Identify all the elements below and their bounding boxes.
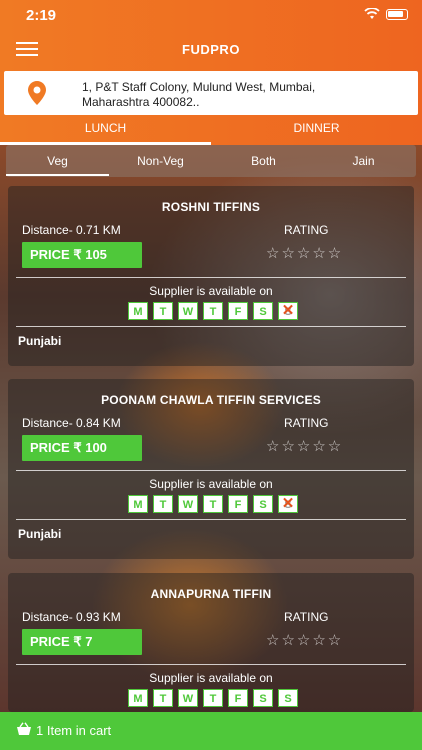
tab-jain[interactable]: Jain xyxy=(312,154,415,176)
supplier-name: ROSHNI TIFFINS xyxy=(161,200,261,214)
cart-count-text: 1 Item in cart xyxy=(36,723,112,738)
availability-days: M T W T F S S xyxy=(128,302,298,320)
day-badge: M xyxy=(128,689,148,707)
battery-icon xyxy=(386,8,408,20)
day-badge: W xyxy=(178,302,198,320)
availability-label: Supplier is available on xyxy=(149,284,273,298)
divider xyxy=(16,326,406,327)
day-badge: S xyxy=(253,689,273,707)
availability-label: Supplier is available on xyxy=(149,477,273,491)
availability-days: M T W T F S S xyxy=(128,689,298,707)
rating-stars-icon: ☆☆☆☆☆ xyxy=(266,245,344,262)
rating-label: RATING xyxy=(284,223,329,237)
day-badge: M xyxy=(128,495,148,513)
day-badge: W xyxy=(178,495,198,513)
day-badge: T xyxy=(203,302,223,320)
distance-text: Distance- 0.84 KM xyxy=(22,416,121,430)
delivery-address: 1, P&T Staff Colony, Mulund West, Mumbai… xyxy=(82,80,316,109)
day-badge: F xyxy=(228,302,248,320)
divider xyxy=(16,519,406,520)
tiffin-card[interactable]: POONAM CHAWLA TIFFIN SERVICES Distance- … xyxy=(8,379,414,559)
app-title: FUDPRO xyxy=(182,42,240,57)
day-badge: T xyxy=(203,689,223,707)
supplier-name: ANNAPURNA TIFFIN xyxy=(150,587,272,601)
day-badge: W xyxy=(178,689,198,707)
day-badge: F xyxy=(228,495,248,513)
meal-tabs: LUNCH DINNER xyxy=(0,118,422,145)
distance-text: Distance- 0.93 KM xyxy=(22,610,121,624)
day-badge: T xyxy=(203,495,223,513)
status-time: 2:19 xyxy=(26,7,57,24)
distance-text: Distance- 0.71 KM xyxy=(22,223,121,237)
basket-icon xyxy=(17,722,31,735)
day-badge: F xyxy=(228,689,248,707)
cuisine-label: Punjabi xyxy=(18,334,62,348)
tiffin-card[interactable]: ANNAPURNA TIFFIN Distance- 0.93 KM RATIN… xyxy=(8,573,414,712)
tiffin-card[interactable]: ROSHNI TIFFINS Distance- 0.71 KM RATING … xyxy=(8,186,414,366)
divider xyxy=(16,664,406,665)
day-badge: S xyxy=(278,689,298,707)
wifi-icon xyxy=(364,8,380,19)
price-badge[interactable]: PRICE ₹ 7 xyxy=(22,629,142,655)
cuisine-label: Punjabi xyxy=(18,527,62,541)
day-badge: T xyxy=(153,302,173,320)
supplier-name: POONAM CHAWLA TIFFIN SERVICES xyxy=(101,393,321,407)
tab-non-veg[interactable]: Non-Veg xyxy=(109,154,212,176)
day-badge-unavailable: S xyxy=(278,302,298,320)
rating-label: RATING xyxy=(284,610,329,624)
tab-veg[interactable]: Veg xyxy=(6,154,109,176)
address-bar: 1, P&T Staff Colony, Mulund West, Mumbai… xyxy=(0,68,422,118)
day-badge: T xyxy=(153,495,173,513)
day-badge: S xyxy=(253,495,273,513)
cart-bar[interactable]: 1 Item in cart xyxy=(0,712,422,750)
rating-label: RATING xyxy=(284,416,329,430)
location-pin-icon xyxy=(28,81,46,105)
day-badge-unavailable: S xyxy=(278,495,298,513)
day-badge: M xyxy=(128,302,148,320)
availability-days: M T W T F S S xyxy=(128,495,298,513)
day-badge: T xyxy=(153,689,173,707)
rating-stars-icon: ☆☆☆☆☆ xyxy=(266,632,344,649)
status-bar: 2:19 xyxy=(0,0,422,32)
price-badge[interactable]: PRICE ₹ 105 xyxy=(22,242,142,268)
address-box[interactable]: 1, P&T Staff Colony, Mulund West, Mumbai… xyxy=(4,71,418,115)
price-badge[interactable]: PRICE ₹ 100 xyxy=(22,435,142,461)
tab-both[interactable]: Both xyxy=(212,154,315,176)
tab-dinner[interactable]: DINNER xyxy=(211,121,422,145)
day-badge: S xyxy=(253,302,273,320)
diet-filter-tabs: Veg Non-Veg Both Jain xyxy=(6,145,416,177)
rating-stars-icon: ☆☆☆☆☆ xyxy=(266,438,344,455)
tab-lunch[interactable]: LUNCH xyxy=(0,121,211,145)
divider xyxy=(16,277,406,278)
divider xyxy=(16,470,406,471)
availability-label: Supplier is available on xyxy=(149,671,273,685)
top-navbar: FUDPRO xyxy=(0,32,422,68)
